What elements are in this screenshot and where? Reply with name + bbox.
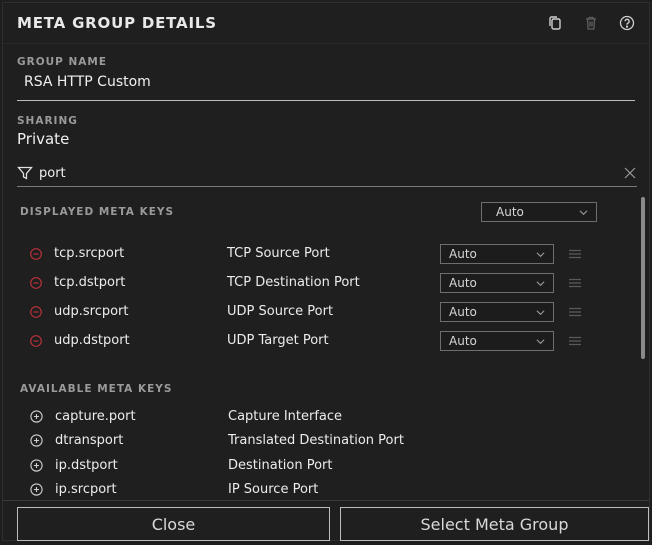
meta-key: capture.port: [55, 408, 136, 424]
meta-display-select[interactable]: Auto: [440, 272, 554, 293]
displayed-meta-row: udp.srcport UDP Source Port Auto: [3, 297, 649, 326]
meta-description: Capture Interface: [228, 408, 343, 424]
sharing-value: Private: [17, 130, 70, 148]
chevron-down-icon: [536, 309, 545, 315]
meta-description: UDP Source Port: [227, 304, 334, 319]
displayed-meta-keys-list: tcp.srcport TCP Source Port Auto tcp.dst…: [3, 223, 649, 355]
panel-header: META GROUP DETAILS: [3, 3, 649, 44]
master-display-select-value: Auto: [496, 205, 524, 219]
meta-key: ip.dstport: [55, 457, 118, 473]
header-actions: [547, 15, 635, 31]
displayed-meta-keys-label: DISPLAYED META KEYS: [20, 206, 175, 218]
close-button[interactable]: Close: [17, 507, 330, 541]
meta-description: Destination Port: [228, 457, 333, 473]
remove-icon[interactable]: [30, 305, 42, 318]
drag-handle-icon[interactable]: [568, 278, 582, 288]
meta-display-select-value: Auto: [449, 246, 477, 261]
drag-handle-icon[interactable]: [568, 307, 582, 317]
meta-description: UDP Target Port: [227, 333, 329, 348]
sharing-label: SHARING: [17, 115, 78, 127]
available-meta-row: ip.dstport Destination Port: [3, 453, 649, 478]
remove-icon[interactable]: [30, 276, 42, 289]
chevron-down-icon: [536, 251, 545, 257]
add-icon[interactable]: [30, 434, 43, 447]
meta-display-select[interactable]: Auto: [440, 301, 554, 322]
chevron-down-icon: [536, 338, 545, 344]
available-meta-row: dtransport Translated Destination Port: [3, 429, 649, 454]
meta-description: TCP Source Port: [227, 246, 330, 261]
displayed-meta-row: tcp.dstport TCP Destination Port Auto: [3, 268, 649, 297]
meta-key: ip.srcport: [55, 482, 117, 498]
meta-key: udp.srcport: [54, 304, 129, 319]
meta-display-select-value: Auto: [449, 304, 477, 319]
available-meta-row: ip.srcport IP Source Port: [3, 478, 649, 503]
panel-footer: Close Select Meta Group: [3, 500, 649, 541]
available-meta-row: capture.port Capture Interface: [3, 404, 649, 429]
sharing-section: SHARING Private: [3, 101, 649, 148]
meta-display-select-value: Auto: [449, 275, 477, 290]
meta-description: Translated Destination Port: [228, 433, 404, 449]
meta-key: dtransport: [55, 433, 124, 449]
drag-handle-icon[interactable]: [568, 336, 582, 346]
filter-icon: [17, 166, 33, 180]
remove-icon[interactable]: [30, 247, 42, 260]
displayed-meta-row: tcp.srcport TCP Source Port Auto: [3, 239, 649, 268]
group-name-value[interactable]: RSA HTTP Custom: [17, 74, 635, 90]
displayed-meta-row: udp.dstport UDP Target Port Auto: [3, 326, 649, 355]
group-name-section: GROUP NAME RSA HTTP Custom: [3, 44, 649, 101]
add-icon[interactable]: [30, 483, 43, 496]
meta-key: udp.dstport: [54, 333, 130, 348]
filter-bar: [17, 160, 637, 187]
panel-title: META GROUP DETAILS: [17, 14, 217, 32]
meta-display-select[interactable]: Auto: [440, 330, 554, 351]
master-display-select[interactable]: Auto: [481, 202, 597, 222]
trash-icon[interactable]: [583, 15, 599, 31]
clear-filter-icon[interactable]: [623, 166, 637, 180]
meta-key: tcp.srcport: [54, 246, 125, 261]
available-meta-keys-label: AVAILABLE META KEYS: [20, 383, 173, 395]
available-meta-keys-list: capture.port Capture Interface dtranspor…: [3, 396, 649, 502]
meta-group-details-panel: META GROUP DETAILS GROUP NAME RSA HTTP C…: [2, 2, 650, 541]
select-meta-group-button[interactable]: Select Meta Group: [339, 507, 649, 541]
displayed-meta-keys-header: DISPLAYED META KEYS Auto: [3, 187, 649, 223]
available-meta-keys-header: AVAILABLE META KEYS: [3, 355, 649, 396]
chevron-down-icon: [579, 210, 588, 216]
chevron-down-icon: [536, 280, 545, 286]
group-name-label: GROUP NAME: [17, 56, 108, 68]
scrollbar-thumb[interactable]: [641, 197, 645, 359]
add-icon[interactable]: [30, 459, 43, 472]
drag-handle-icon[interactable]: [568, 249, 582, 259]
meta-description: TCP Destination Port: [227, 275, 360, 290]
remove-icon[interactable]: [30, 334, 42, 347]
meta-display-select[interactable]: Auto: [440, 243, 554, 264]
meta-key: tcp.dstport: [54, 275, 126, 290]
meta-display-select-value: Auto: [449, 333, 477, 348]
filter-input[interactable]: [39, 165, 623, 181]
help-icon[interactable]: [619, 15, 635, 31]
meta-description: IP Source Port: [228, 482, 319, 498]
copy-icon[interactable]: [547, 15, 563, 31]
add-icon[interactable]: [30, 410, 43, 423]
